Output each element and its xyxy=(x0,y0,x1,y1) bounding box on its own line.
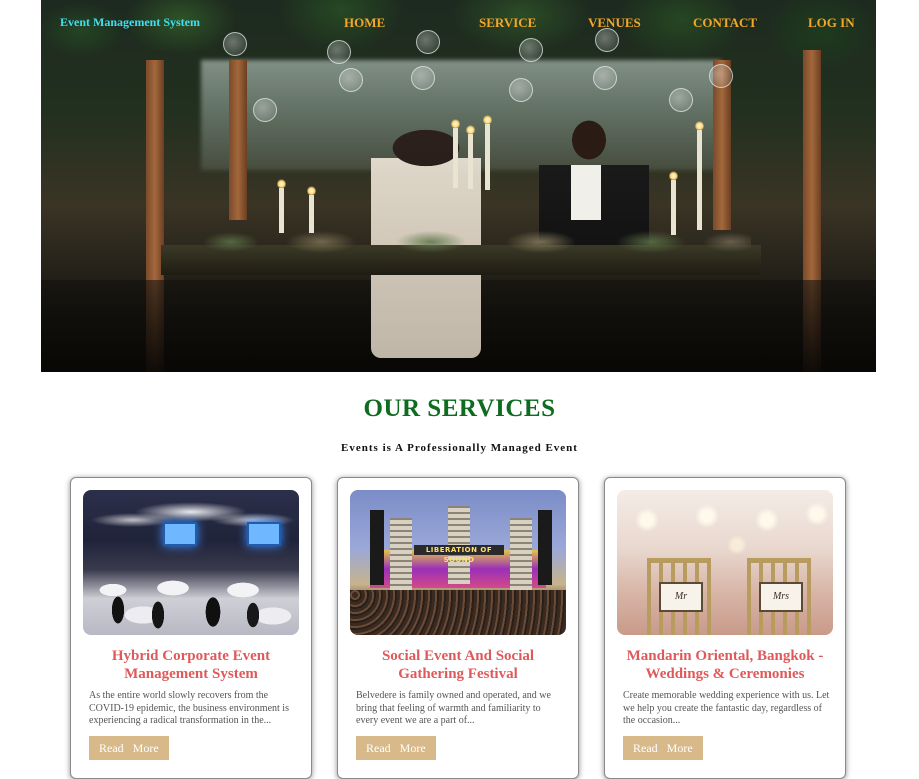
read-more-button[interactable]: Read More xyxy=(356,736,436,760)
nav-link-service[interactable]: SERVICE xyxy=(479,15,536,31)
hero-candle xyxy=(669,171,678,235)
hero-candle xyxy=(451,119,460,188)
nav-link-venues[interactable]: VENUES xyxy=(588,15,641,31)
ballroom-screen xyxy=(247,522,281,546)
ballroom-image xyxy=(83,490,299,635)
festival-image: LIBERATION OF SOUND xyxy=(350,490,566,635)
service-card-image xyxy=(83,490,299,635)
service-card-title[interactable]: Hybrid Corporate Event Management System xyxy=(81,647,301,683)
services-subtitle: Events is A Professionally Managed Event xyxy=(341,442,578,454)
hero-wood-post xyxy=(229,60,247,220)
hero-hanging-orb xyxy=(339,68,363,92)
read-more-button[interactable]: Read More xyxy=(89,736,169,760)
hero-image xyxy=(41,0,876,372)
festival-tower xyxy=(390,518,412,596)
service-card-description: As the entire world slowly recovers from… xyxy=(89,690,289,726)
service-card-description: Create memorable wedding experience with… xyxy=(623,690,830,726)
hero-hanging-orb xyxy=(709,64,733,88)
service-card-wedding: Mr Mrs Mandarin Oriental, Bangkok - Wedd… xyxy=(604,477,846,779)
hero-hanging-orb xyxy=(253,98,277,122)
festival-speaker xyxy=(538,510,552,585)
hero-groom-shirt xyxy=(571,165,601,220)
services-title: OUR SERVICES xyxy=(363,395,556,422)
hero-candle xyxy=(277,179,286,233)
ballroom-guests xyxy=(103,570,283,635)
service-card-image: LIBERATION OF SOUND xyxy=(350,490,566,635)
festival-crowd xyxy=(350,590,566,635)
hero-hanging-orb xyxy=(593,66,617,90)
wedding-sign-mrs: Mrs xyxy=(759,582,803,612)
nav-link-home[interactable]: HOME xyxy=(344,15,385,31)
festival-tower xyxy=(510,518,532,596)
service-card-corporate: Hybrid Corporate Event Management System… xyxy=(70,477,312,779)
festival-banner: LIBERATION OF SOUND xyxy=(414,545,504,564)
festival-speaker xyxy=(370,510,384,585)
hero-candle xyxy=(307,186,316,233)
top-navigation: Event Management System HOME SERVICE VEN… xyxy=(41,0,876,44)
service-card-title[interactable]: Mandarin Oriental, Bangkok - Weddings & … xyxy=(615,647,835,683)
read-more-button[interactable]: Read More xyxy=(623,736,703,760)
service-card-image: Mr Mrs xyxy=(617,490,833,635)
hero-table-garland xyxy=(191,225,751,259)
wedding-lights xyxy=(617,490,833,560)
ballroom-screen xyxy=(163,522,197,546)
service-card-description: Belvedere is family owned and operated, … xyxy=(356,690,551,726)
hero-hanging-orb xyxy=(669,88,693,112)
hero-hanging-orb xyxy=(509,78,533,102)
wedding-sign-mr: Mr xyxy=(659,582,703,612)
service-card-social: LIBERATION OF SOUND Social Event And Soc… xyxy=(337,477,579,779)
nav-link-contact[interactable]: CONTACT xyxy=(693,15,757,31)
hero-candle xyxy=(483,115,492,190)
brand-logo-text[interactable]: Event Management System xyxy=(60,15,200,30)
service-card-title[interactable]: Social Event And Social Gathering Festiv… xyxy=(348,647,568,683)
nav-link-login[interactable]: LOG IN xyxy=(808,15,855,31)
hero-hanging-orb xyxy=(411,66,435,90)
hero-candle xyxy=(466,125,475,189)
wedding-image: Mr Mrs xyxy=(617,490,833,635)
hero-candle xyxy=(695,121,704,230)
